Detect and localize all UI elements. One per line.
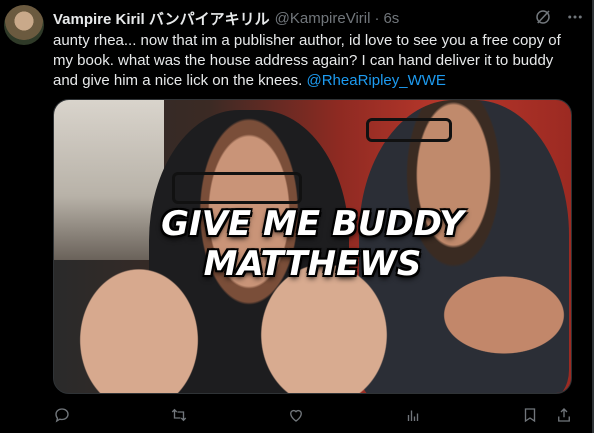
mention-link[interactable]: @RheaRipley_WWE [306, 72, 445, 89]
like-icon [290, 409, 302, 422]
bookmark-icon [524, 408, 536, 423]
share-button[interactable] [555, 406, 573, 424]
avatar[interactable] [4, 5, 44, 45]
more-icon[interactable] [566, 8, 584, 26]
header-actions [534, 8, 584, 26]
right-actions [521, 406, 573, 424]
display-name[interactable]: Vampire Kiril バンパイアキリル [53, 8, 270, 29]
views-button[interactable] [404, 406, 422, 424]
tweet-actions [53, 404, 573, 426]
timestamp[interactable]: 6s [383, 10, 399, 27]
views-icon [407, 410, 419, 421]
bookmark-button[interactable] [521, 406, 539, 424]
share-icon [558, 408, 570, 422]
retweet-icon [171, 408, 187, 422]
reply-button[interactable] [53, 406, 71, 424]
user-handle[interactable]: @KampireViril [275, 10, 371, 27]
media-glasses-right [366, 118, 452, 142]
tweet-text: aunty rhea... now that im a publisher au… [53, 31, 578, 91]
tweet-media[interactable]: GIVE ME BUDDY MATTHEWS [53, 99, 572, 394]
media-glasses-left [172, 172, 302, 204]
media-caption: GIVE ME BUDDY MATTHEWS [161, 204, 464, 284]
retweet-button[interactable] [170, 406, 188, 424]
reply-icon [55, 408, 69, 423]
tweet-header: Vampire Kiril バンパイアキリル @KampireViril · 6… [53, 8, 584, 28]
grok-icon[interactable] [534, 8, 552, 26]
like-button[interactable] [287, 406, 305, 424]
separator: · [374, 9, 380, 27]
